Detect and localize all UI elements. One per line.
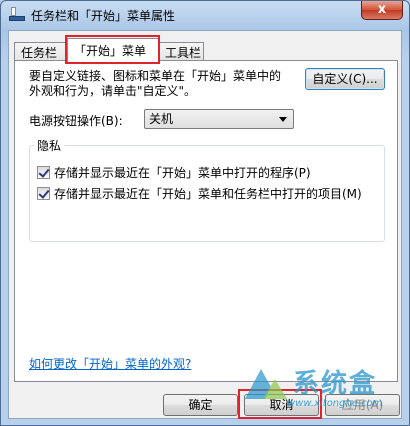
recent-items-row[interactable]: 存储并显示最近在「开始」菜单和任务栏中打开的项目(M) [37,185,362,201]
privacy-group: 隐私 存储并显示最近在「开始」菜单中打开的程序(P) 存储并显示最近在「开始」菜… [29,137,385,242]
close-button[interactable]: x [361,1,403,20]
recent-programs-checkbox[interactable] [37,166,50,179]
cancel-button[interactable]: 取消 [244,394,319,416]
taskbar-icon [9,7,25,21]
apply-button[interactable]: 应用(A) [325,394,400,416]
privacy-group-label: 隐私 [34,137,65,154]
recent-programs-row[interactable]: 存储并显示最近在「开始」菜单中打开的程序(P) [37,164,311,180]
ok-button[interactable]: 确定 [163,394,238,416]
tab-taskbar[interactable]: 任务栏 [14,42,70,61]
customize-button[interactable]: 自定义(C)... [305,68,385,90]
help-link[interactable]: 如何更改「开始」菜单的外观? [29,355,191,372]
power-button-value: 关机 [149,112,174,126]
title-bar[interactable]: 任务栏和「开始」菜单属性 x [1,1,409,29]
properties-window: 任务栏和「开始」菜单属性 x 任务栏 「开始」菜单 工具栏 要自定义链接、图标和… [0,0,410,426]
window-title: 任务栏和「开始」菜单属性 [31,9,176,23]
power-button-select[interactable]: 关机 [144,109,294,129]
description-text: 要自定义链接、图标和菜单在「开始」菜单中的 外观和行为，请单击"自定义"。 [29,69,282,98]
recent-items-checkbox[interactable] [37,187,50,200]
tab-toolbars[interactable]: 工具栏 [158,42,204,61]
start-menu-panel: 要自定义链接、图标和菜单在「开始」菜单中的 外观和行为，请单击"自定义"。 自定… [14,60,398,382]
recent-items-label: 存储并显示最近在「开始」菜单和任务栏中打开的项目(M) [54,187,362,201]
recent-programs-label: 存储并显示最近在「开始」菜单中打开的程序(P) [54,166,311,180]
chevron-down-icon [279,117,287,122]
tab-strip: 任务栏 「开始」菜单 工具栏 [14,35,398,64]
power-button-label: 电源按钮操作(B): [29,114,123,128]
tab-start-menu[interactable]: 「开始」菜单 [67,38,159,62]
dialog-client: 任务栏 「开始」菜单 工具栏 要自定义链接、图标和菜单在「开始」菜单中的 外观和… [8,30,402,419]
